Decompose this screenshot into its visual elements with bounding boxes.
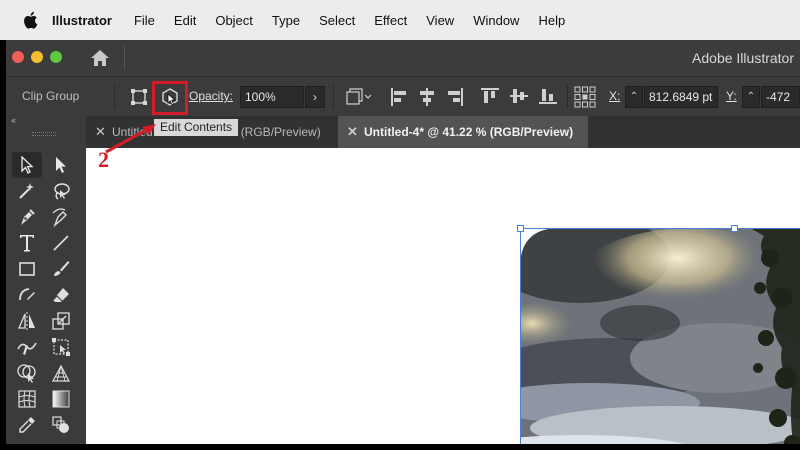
home-icon[interactable] <box>90 48 110 68</box>
selection-type-label: Clip Group <box>22 89 80 103</box>
shape-builder-tool-icon[interactable] <box>12 360 42 386</box>
minimize-window-button[interactable] <box>31 51 43 63</box>
title-bar: Adobe Illustrator <box>6 40 800 76</box>
title-separator <box>124 46 125 70</box>
y-position-stepper[interactable]: ⌃ <box>742 86 760 108</box>
opacity-label[interactable]: Opacity: <box>189 89 233 103</box>
resize-handle[interactable] <box>517 225 524 232</box>
menu-edit[interactable]: Edit <box>174 13 196 28</box>
menu-window[interactable]: Window <box>473 13 519 28</box>
menu-file[interactable]: File <box>134 13 155 28</box>
x-position-input[interactable]: 812.6849 pt <box>644 86 718 108</box>
menu-type[interactable]: Type <box>272 13 300 28</box>
menu-bar: Illustrator File Edit Object Type Select… <box>0 0 800 40</box>
opacity-dropdown-button[interactable]: › <box>305 86 325 108</box>
tools-panel: « <box>6 116 86 444</box>
highlight-box <box>152 81 188 115</box>
align-right-icon[interactable] <box>446 87 464 107</box>
selection-tool-icon[interactable] <box>12 152 42 178</box>
mesh-tool-icon[interactable] <box>12 386 42 412</box>
free-transform-tool-icon[interactable] <box>46 334 76 360</box>
align-left-icon[interactable] <box>390 87 408 107</box>
warp-tool-icon[interactable] <box>12 334 42 360</box>
shaper-tool-icon[interactable] <box>12 282 42 308</box>
direct-selection-tool-icon[interactable] <box>46 152 76 178</box>
control-divider <box>567 85 568 109</box>
perspective-grid-tool-icon[interactable] <box>46 360 76 386</box>
annotation-arrow-icon <box>105 124 156 154</box>
scale-tool-icon[interactable] <box>46 308 76 334</box>
blend-tool-icon[interactable] <box>46 412 76 438</box>
x-position-label[interactable]: X: <box>609 89 620 103</box>
y-position-label[interactable]: Y: <box>726 89 737 103</box>
align-bottom-icon[interactable] <box>538 87 558 105</box>
menu-view[interactable]: View <box>426 13 454 28</box>
edit-contents-tooltip: Edit Contents <box>154 119 239 136</box>
tab-label: Untitled-4* @ 41.22 % (RGB/Preview) <box>364 125 574 139</box>
panel-grip[interactable] <box>32 132 56 136</box>
resize-handle[interactable] <box>731 225 738 232</box>
magic-wand-tool-icon[interactable] <box>12 178 42 204</box>
control-divider <box>114 85 115 109</box>
reference-point-icon[interactable] <box>574 86 596 108</box>
lasso-tool-icon[interactable] <box>46 178 76 204</box>
control-divider <box>333 85 334 109</box>
close-window-button[interactable] <box>12 51 24 63</box>
menu-illustrator[interactable]: Illustrator <box>52 13 112 28</box>
control-bar: Clip Group Opacity: 100% › X: ⌃ 812.6849… <box>6 76 800 116</box>
pen-tool-icon[interactable] <box>12 204 42 230</box>
align-top-icon[interactable] <box>480 87 500 105</box>
gradient-tool-icon[interactable] <box>46 386 76 412</box>
app-window: Adobe Illustrator Clip Group Opacity: 10… <box>6 40 800 444</box>
edit-clipping-path-icon[interactable] <box>130 88 148 106</box>
artboard-canvas[interactable] <box>86 148 800 444</box>
menu-select[interactable]: Select <box>319 13 355 28</box>
apple-icon[interactable] <box>22 11 38 29</box>
close-tab-icon[interactable]: ✕ <box>347 116 358 148</box>
menu-object[interactable]: Object <box>215 13 253 28</box>
type-tool-icon[interactable] <box>12 230 42 256</box>
y-position-input[interactable]: -472 <box>761 86 800 108</box>
tab-label-suffix: (RGB/Preview) <box>240 125 321 139</box>
paintbrush-tool-icon[interactable] <box>46 256 76 282</box>
line-segment-tool-icon[interactable] <box>46 230 76 256</box>
align-horizontal-center-icon[interactable] <box>418 87 436 107</box>
collapse-panel-icon[interactable]: « <box>6 116 86 126</box>
menu-help[interactable]: Help <box>538 13 565 28</box>
curvature-tool-icon[interactable] <box>46 204 76 230</box>
selection-bounding-box <box>520 228 800 444</box>
window-title: Adobe Illustrator <box>692 50 794 66</box>
opacity-input[interactable]: 100% <box>240 86 304 108</box>
reflect-tool-icon[interactable] <box>12 308 42 334</box>
x-position-stepper[interactable]: ⌃ <box>625 86 643 108</box>
step-number: 2 <box>98 147 109 172</box>
recolor-artwork-icon[interactable] <box>346 87 372 107</box>
eraser-tool-icon[interactable] <box>46 282 76 308</box>
zoom-window-button[interactable] <box>50 51 62 63</box>
menu-effect[interactable]: Effect <box>374 13 407 28</box>
eyedropper-tool-icon[interactable] <box>12 412 42 438</box>
align-vertical-center-icon[interactable] <box>509 87 529 105</box>
rectangle-tool-icon[interactable] <box>12 256 42 282</box>
tab-untitled-4[interactable]: ✕ Untitled-4* @ 41.22 % (RGB/Preview) <box>338 116 588 148</box>
